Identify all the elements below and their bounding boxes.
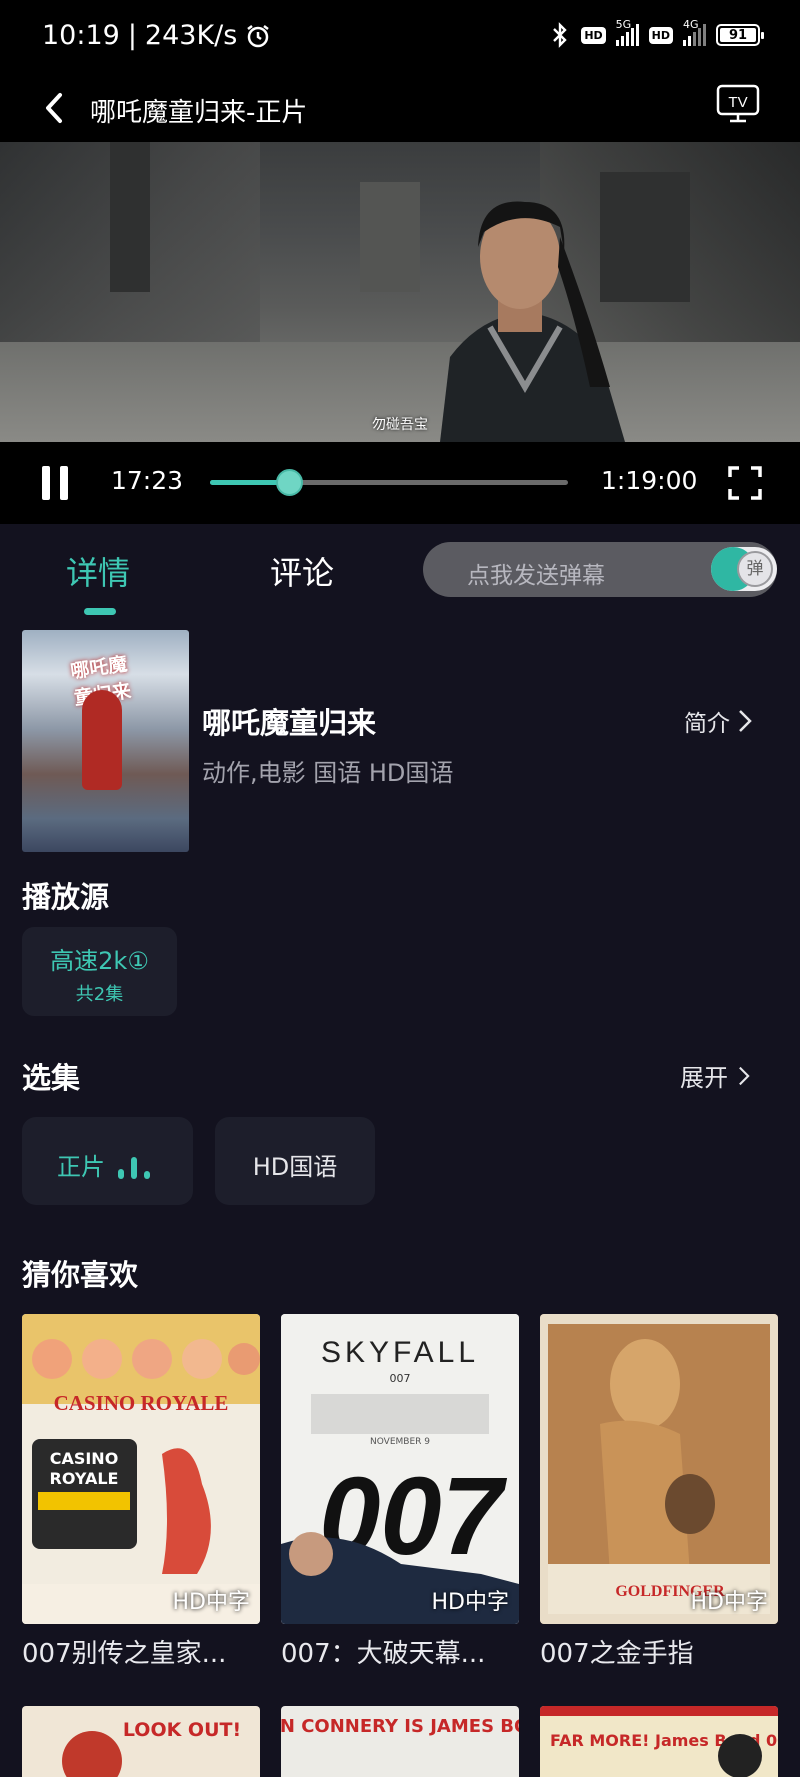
tv-cast-icon[interactable]: TV xyxy=(716,84,760,124)
svg-text:CASINO: CASINO xyxy=(50,1449,119,1468)
tab-details[interactable]: 详情 xyxy=(66,548,130,594)
svg-text:NOVEMBER 9: NOVEMBER 9 xyxy=(370,1437,430,1447)
progress-bar[interactable] xyxy=(210,469,568,496)
video-frame[interactable]: 勿碰吾宝 xyxy=(0,142,800,442)
expand-button[interactable]: 展开 xyxy=(680,1058,750,1093)
poster-art: CASINO ROYALE CASINO ROYALE xyxy=(22,1314,260,1624)
hd-badge-2: HD xyxy=(648,26,673,44)
chevron-right-icon xyxy=(739,710,752,732)
chevron-right-icon xyxy=(739,1066,750,1085)
back-icon[interactable] xyxy=(36,90,72,126)
playing-indicator-icon xyxy=(118,1155,150,1179)
status-bar: 10:19 | 243K/s HD 5G HD 4G 91 xyxy=(0,0,800,76)
recommend-title[interactable]: 007之金手指 xyxy=(540,1633,778,1670)
page-title: 哪吒魔童归来-正片 xyxy=(90,98,308,128)
movie-title: 哪吒魔童归来 xyxy=(202,706,377,740)
episode-item-hd[interactable]: HD国语 xyxy=(215,1117,375,1205)
poster-art: LOOK OUT! xyxy=(62,1719,241,1777)
danmaku-toggle-knob: 弹 xyxy=(737,551,773,587)
recommend-card[interactable]: FAR MORE! James Bond 007 xyxy=(540,1706,778,1777)
actor-figure xyxy=(440,201,625,442)
progress-thumb[interactable] xyxy=(275,469,303,496)
current-time: 17:23 xyxy=(111,466,184,495)
recommend-title[interactable]: 007：大破天幕... xyxy=(281,1633,519,1670)
recommend-card[interactable]: CASINO ROYALE CASINO ROYALE HD中字 xyxy=(22,1314,260,1624)
total-time: 1:19:00 xyxy=(601,466,698,495)
poster-art: GOLDFINGER xyxy=(540,1314,778,1624)
signal-5g-icon: 5G xyxy=(615,18,639,46)
quality-badge: HD中字 xyxy=(690,1590,768,1615)
danmaku-toggle[interactable]: 弹 xyxy=(711,547,777,591)
status-right: HD 5G HD 4G 91 xyxy=(549,18,764,48)
recommend-card[interactable]: LOOK OUT! xyxy=(22,1706,260,1777)
player-controls: 17:23 1:19:00 xyxy=(0,442,800,524)
clock: 10:19 xyxy=(42,20,120,51)
quality-badge: HD中字 xyxy=(431,1590,509,1615)
poster-art: FAR MORE! James Bond 007 xyxy=(540,1706,778,1777)
source-card[interactable]: 高速2k① 共2集 xyxy=(22,927,177,1016)
pause-button[interactable] xyxy=(42,466,70,500)
status-left: 10:19 | 243K/s xyxy=(42,20,271,51)
tab-active-indicator xyxy=(84,608,116,615)
intro-link[interactable]: 简介 xyxy=(684,704,752,738)
quality-badge: HD中字 xyxy=(172,1590,250,1615)
alarm-icon xyxy=(247,24,270,47)
video-subtitle: 勿碰吾宝 xyxy=(372,417,428,433)
svg-text:LOOK OUT!: LOOK OUT! xyxy=(123,1719,241,1741)
source-section-title: 播放源 xyxy=(22,880,110,914)
hd-badge-1: HD xyxy=(581,26,606,44)
movie-tags: 动作,电影 国语 HD国语 xyxy=(202,759,454,787)
tab-comments[interactable]: 评论 xyxy=(270,548,334,594)
svg-text:007: 007 xyxy=(390,1372,411,1385)
svg-text:TV: TV xyxy=(728,94,747,111)
svg-text:ROYALE: ROYALE xyxy=(50,1469,119,1488)
svg-text:SEAN CONNERY IS JAMES BOND: SEAN CONNERY IS JAMES BOND xyxy=(281,1716,519,1737)
poster-art: SKYFALL 007 NOVEMBER 9 007 xyxy=(281,1314,519,1624)
title-bar: 哪吒魔童归来-正片 TV xyxy=(0,76,800,142)
source-name: 高速2k① xyxy=(50,947,149,975)
svg-text:SKYFALL: SKYFALL xyxy=(321,1336,479,1369)
svg-text:CASINO ROYALE: CASINO ROYALE xyxy=(54,1391,229,1415)
episodes-section-title: 选集 xyxy=(22,1061,81,1095)
movie-poster[interactable]: 哪吒魔童归来 xyxy=(22,630,189,852)
recommend-card[interactable]: SKYFALL 007 NOVEMBER 9 007 HD中字 xyxy=(281,1314,519,1624)
signal-4g-icon: 4G xyxy=(683,18,706,46)
episode-item-main[interactable]: 正片 xyxy=(22,1117,193,1205)
poster-art: SEAN CONNERY IS JAMES BOND xyxy=(281,1716,519,1737)
danmaku-input[interactable]: 点我发送弹幕 弹 xyxy=(423,542,777,597)
battery-icon: 91 xyxy=(716,24,764,46)
recommend-card[interactable]: GOLDFINGER HD中字 xyxy=(540,1314,778,1624)
recommend-title[interactable]: 007别传之皇家... xyxy=(22,1633,260,1670)
fullscreen-icon[interactable] xyxy=(727,465,763,501)
bluetooth-icon xyxy=(553,22,568,48)
net-speed: 243K/s xyxy=(144,20,238,51)
danmaku-placeholder: 点我发送弹幕 xyxy=(467,563,605,589)
recommend-card[interactable]: SEAN CONNERY IS JAMES BOND xyxy=(281,1706,519,1777)
source-count: 共2集 xyxy=(75,984,124,1005)
recommend-section-title: 猜你喜欢 xyxy=(22,1258,139,1292)
